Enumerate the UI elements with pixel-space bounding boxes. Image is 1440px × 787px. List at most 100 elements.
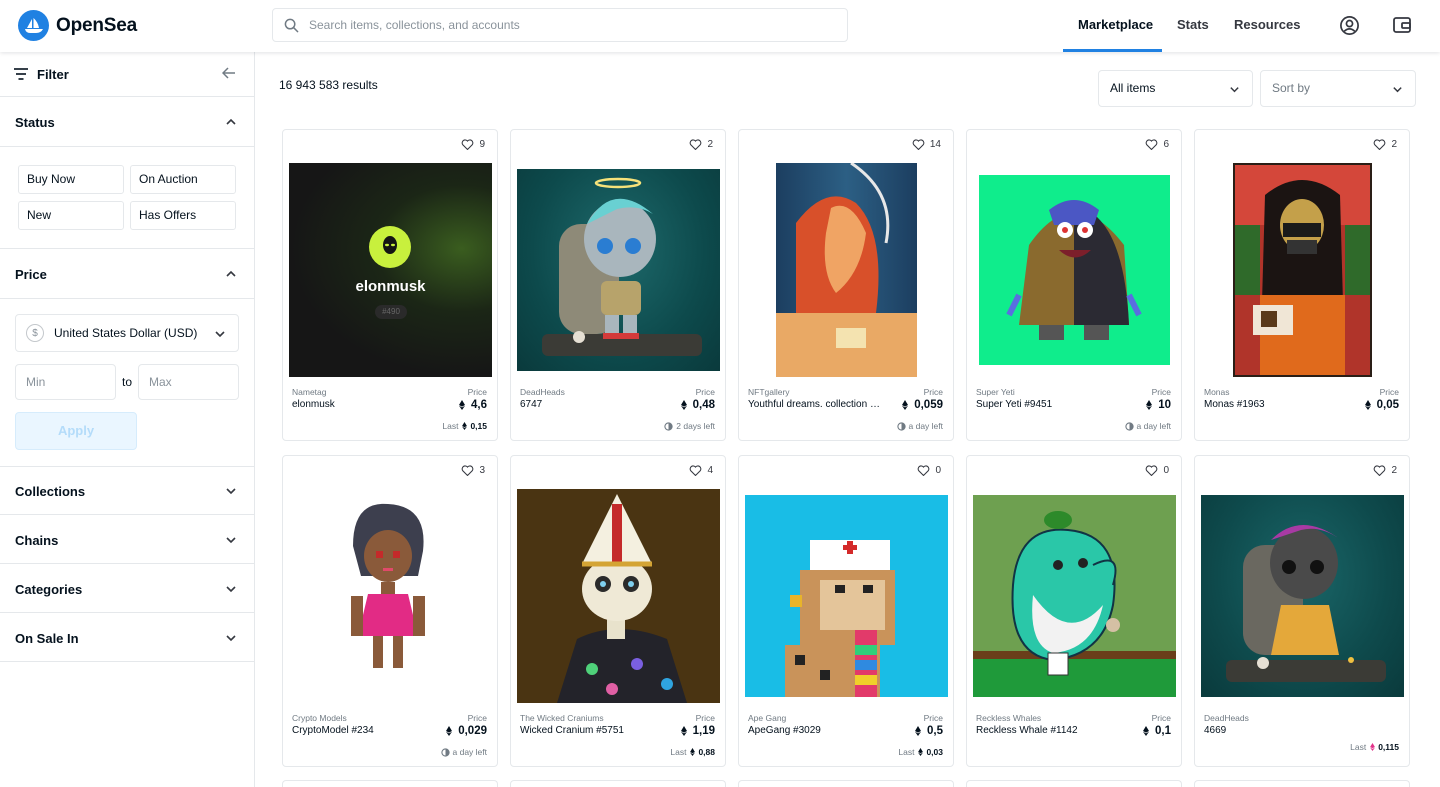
max-price-input[interactable]: Max: [138, 364, 239, 400]
eth-icon: [915, 726, 921, 736]
nav-stats[interactable]: Stats: [1177, 17, 1209, 32]
nft-image: [745, 495, 948, 697]
likes[interactable]: 4: [689, 465, 713, 476]
likes[interactable]: 0: [917, 465, 941, 476]
likes[interactable]: 2: [1373, 139, 1397, 150]
chains-section[interactable]: Chains: [0, 515, 254, 564]
nft-image: [333, 496, 448, 676]
price-value: 0,1: [1143, 725, 1171, 737]
skull-pope: [557, 494, 687, 703]
likes[interactable]: 14: [912, 139, 941, 150]
item-name: 6747: [520, 399, 543, 410]
chevron-down-icon: [1393, 87, 1402, 93]
price-amount: 4,6: [471, 399, 487, 411]
account-icon[interactable]: [1338, 14, 1360, 36]
collapse-arrow-icon[interactable]: [222, 67, 236, 79]
nft-card[interactable]: 6 Super Yeti Super Yeti #9451 Price 10 a…: [966, 129, 1182, 441]
heart-icon: [912, 139, 925, 150]
likes[interactable]: 6: [1145, 139, 1169, 150]
nft-image: [979, 175, 1170, 365]
item-name: 4669: [1204, 725, 1227, 736]
nft-image: [517, 169, 720, 371]
nft-card[interactable]: [282, 780, 498, 787]
filter-icon: [14, 68, 28, 80]
likes[interactable]: 9: [461, 139, 485, 150]
nft-card[interactable]: 2 DeadHeads 6747 Price 0,48 2 days left: [510, 129, 726, 441]
apply-button[interactable]: Apply: [15, 412, 137, 450]
nft-card[interactable]: [966, 780, 1182, 787]
eth-icon: [1370, 743, 1376, 751]
likes[interactable]: 2: [1373, 465, 1397, 476]
to-label: to: [122, 375, 133, 389]
status-buy-now[interactable]: Buy Now: [18, 165, 124, 194]
status-title: Status: [15, 115, 55, 130]
price-value: 0,029: [446, 725, 487, 737]
item-filter-label: All items: [1110, 81, 1156, 95]
nft-card[interactable]: 3 Crypto Models CryptoModel #234 Price 0…: [282, 455, 498, 767]
like-count: 0: [935, 465, 941, 476]
price-value: 0,5: [915, 725, 943, 737]
nft-card[interactable]: 2 Monas Monas #1963 Price 0,05: [1194, 129, 1410, 441]
pixel-doll: [351, 503, 425, 668]
wallet-icon[interactable]: [1391, 14, 1413, 36]
item-filter-select[interactable]: All items: [1098, 70, 1253, 107]
nft-card[interactable]: 9 elonmusk #490 Nametag elonmusk Price 4…: [282, 129, 498, 441]
last-label: Last: [670, 747, 687, 757]
status-section: Status Buy Now On Auction New Has Offers: [0, 97, 254, 249]
min-price-input[interactable]: Min: [15, 364, 116, 400]
likes[interactable]: 3: [461, 465, 485, 476]
last-sale: Last 0,15: [442, 421, 487, 431]
pixel-ape: [785, 540, 895, 697]
price-label: Price: [695, 387, 715, 397]
likes[interactable]: 0: [1145, 465, 1169, 476]
nft-card[interactable]: 4 The Wicked Craniums Wicked Cranium #57…: [510, 455, 726, 767]
nft-card[interactable]: 14 NFTgallery Youthful dreams. collectio…: [738, 129, 954, 441]
opensea-logo[interactable]: OpenSea: [18, 10, 137, 41]
status-has-offers[interactable]: Has Offers: [130, 201, 236, 230]
nft-card[interactable]: [510, 780, 726, 787]
eth-icon: [446, 726, 453, 736]
likes[interactable]: 2: [689, 139, 713, 150]
heart-icon: [1374, 465, 1386, 476]
nft-card[interactable]: [738, 780, 954, 787]
search-bar[interactable]: [272, 8, 848, 42]
like-count: 3: [479, 465, 485, 476]
opensea-boat-icon: [18, 10, 49, 41]
last-label: Last: [1350, 742, 1367, 752]
nft-card[interactable]: 2 DeadHeads 4669 Last 0,115: [1194, 455, 1410, 767]
auction-timer: a day left: [896, 421, 943, 431]
heart-icon: [462, 465, 474, 476]
filter-header[interactable]: Filter: [0, 52, 254, 97]
price-label: Price: [695, 713, 715, 723]
search-input[interactable]: [309, 18, 809, 32]
top-header: OpenSea Marketplace Stats Resources: [0, 0, 1440, 52]
clock-icon: [664, 421, 673, 431]
nav-marketplace[interactable]: Marketplace: [1078, 17, 1153, 32]
price-amount: 1,19: [692, 725, 715, 737]
status-new[interactable]: New: [18, 201, 124, 230]
eth-icon: [680, 400, 687, 410]
nft-card[interactable]: 0 Reckless Whales Reckless Whale #1142 P…: [966, 455, 1182, 767]
sort-select[interactable]: Sort by: [1260, 70, 1416, 107]
price-label: Price: [467, 387, 487, 397]
nametag-title: elonmusk: [355, 278, 426, 295]
item-name: Super Yeti #9451: [976, 399, 1053, 410]
last-amount: 0,03: [926, 747, 943, 757]
nav-resources[interactable]: Resources: [1234, 17, 1300, 32]
item-name: Reckless Whale #1142: [976, 725, 1078, 736]
status-header[interactable]: Status: [0, 97, 254, 147]
eth-icon: [462, 422, 468, 430]
collections-section[interactable]: Collections: [0, 466, 254, 515]
price-header[interactable]: Price: [0, 249, 254, 299]
chevron-up-icon: [226, 270, 236, 277]
on-sale-in-section[interactable]: On Sale In: [0, 613, 254, 662]
currency-select[interactable]: $ United States Dollar (USD): [15, 314, 239, 352]
nft-card[interactable]: [1194, 780, 1410, 787]
categories-section[interactable]: Categories: [0, 564, 254, 613]
dollar-icon: $: [26, 324, 44, 342]
chevron-down-icon: [1230, 87, 1239, 93]
nft-card[interactable]: 0 Ape Gang ApeGang #3029 Price 0,5 Last 0…: [738, 455, 954, 767]
collection-name: Crypto Models: [292, 713, 347, 723]
status-on-auction[interactable]: On Auction: [130, 165, 236, 194]
heart-icon: [1374, 139, 1386, 150]
